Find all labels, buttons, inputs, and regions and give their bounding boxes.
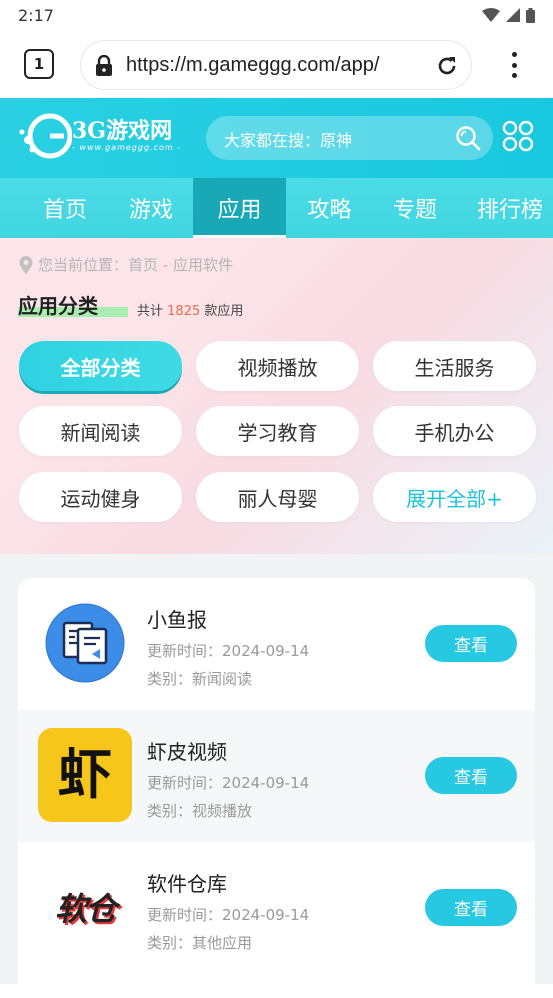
app-list-section: 小鱼报 更新时间：2024-09-14 类别：新闻阅读 查看 虾 虾皮视频 更新… xyxy=(0,554,553,998)
view-button[interactable]: 查看 xyxy=(425,889,517,926)
chip-fitness[interactable]: 运动健身 xyxy=(19,472,182,522)
search-placeholder: 大家都在搜：原神 xyxy=(224,131,353,150)
category-panel: 您当前位置：首页 - 应用软件 应用分类 共计 1825 款应用 全部分类 视频… xyxy=(0,238,553,554)
battery-icon xyxy=(526,7,535,23)
url-text: https://m.gameggg.com/app/ xyxy=(126,54,380,76)
app-category: 类别：其他应用 xyxy=(147,934,253,952)
reload-icon[interactable] xyxy=(435,54,459,78)
wifi-icon xyxy=(482,8,500,22)
shrimp-video-icon: 虾 xyxy=(38,728,132,822)
status-time: 2:17 xyxy=(18,5,54,25)
app-name[interactable]: 软件仓库 xyxy=(147,868,227,897)
main-nav: 首页 游戏 应用 攻略 专题 排行榜 xyxy=(0,178,553,238)
nav-item-home[interactable]: 首页 xyxy=(18,178,112,238)
chip-education[interactable]: 学习教育 xyxy=(196,406,359,456)
list-item[interactable]: 软仓 软件仓库 更新时间：2024-09-14 类别：其他应用 查看 xyxy=(18,842,535,974)
shrimp-video-glyph: 虾 xyxy=(58,743,112,806)
site-logo[interactable]: 3G游戏网 - www.gameggg.com - xyxy=(18,112,181,160)
app-count: 共计 1825 款应用 xyxy=(137,300,243,319)
count-prefix: 共计 xyxy=(137,304,164,319)
app-name[interactable]: 小鱼报 xyxy=(147,604,207,633)
software-warehouse-icon: 软仓 xyxy=(38,860,132,954)
signal-icon xyxy=(506,8,520,22)
app-category: 类别：视频播放 xyxy=(147,802,253,820)
app-update-date: 更新时间：2024-09-14 xyxy=(147,774,310,792)
chip-news[interactable]: 新闻阅读 xyxy=(19,406,182,456)
chip-video[interactable]: 视频播放 xyxy=(196,341,359,391)
chip-expand-all[interactable]: 展开全部+ xyxy=(373,472,536,522)
list-item[interactable]: 虾 虾皮视频 更新时间：2024-09-14 类别：视频播放 查看 xyxy=(18,710,535,842)
logo-title: 3G游戏网 xyxy=(72,118,173,144)
nav-item-rankings[interactable]: 排行榜 xyxy=(466,178,553,238)
chip-life-services[interactable]: 生活服务 xyxy=(373,341,536,391)
nav-item-guides[interactable]: 攻略 xyxy=(283,178,376,238)
tab-switcher-button[interactable]: 1 xyxy=(24,49,54,79)
nav-item-games[interactable]: 游戏 xyxy=(104,178,198,238)
breadcrumb: 您当前位置：首页 - 应用软件 xyxy=(18,254,233,275)
chip-all-categories[interactable]: 全部分类 xyxy=(19,341,182,391)
lock-icon xyxy=(96,55,112,76)
search-icon[interactable] xyxy=(455,125,481,151)
site-header: 3G游戏网 - www.gameggg.com - 大家都在搜：原神 xyxy=(0,98,553,178)
count-number: 1825 xyxy=(167,304,201,319)
count-suffix: 款应用 xyxy=(204,304,244,319)
browser-toolbar: 1 https://m.gameggg.com/app/ xyxy=(0,30,553,98)
location-pin-icon xyxy=(19,255,33,274)
app-category: 类别：新闻阅读 xyxy=(147,670,253,688)
software-warehouse-glyph: 软仓 xyxy=(54,890,117,928)
app-name[interactable]: 虾皮视频 xyxy=(147,736,227,765)
tab-count: 1 xyxy=(33,55,45,73)
browser-menu-icon[interactable] xyxy=(500,50,528,80)
logo-mark-icon xyxy=(19,113,72,159)
address-bar[interactable]: https://m.gameggg.com/app/ xyxy=(80,40,472,90)
view-button[interactable]: 查看 xyxy=(425,757,517,794)
status-icons xyxy=(482,7,535,23)
section-title: 应用分类 xyxy=(18,294,98,318)
chip-office[interactable]: 手机办公 xyxy=(373,406,536,456)
newspaper-icon xyxy=(45,603,125,683)
apps-grid-icon[interactable] xyxy=(502,120,534,152)
chip-beauty-baby[interactable]: 丽人母婴 xyxy=(196,472,359,522)
breadcrumb-text: 您当前位置：首页 - 应用软件 xyxy=(38,256,233,274)
status-bar: 2:17 xyxy=(0,0,553,30)
app-update-date: 更新时间：2024-09-14 xyxy=(147,642,310,660)
logo-text: 3G游戏网 - www.gameggg.com - xyxy=(72,119,181,153)
app-list: 小鱼报 更新时间：2024-09-14 类别：新闻阅读 查看 虾 虾皮视频 更新… xyxy=(18,578,535,998)
list-item[interactable]: 小鱼报 更新时间：2024-09-14 类别：新闻阅读 查看 xyxy=(18,578,535,710)
app-update-date: 更新时间：2024-09-14 xyxy=(147,906,310,924)
view-button[interactable]: 查看 xyxy=(425,625,517,662)
nav-item-topics[interactable]: 专题 xyxy=(368,178,462,238)
search-input[interactable]: 大家都在搜：原神 xyxy=(206,116,493,160)
nav-item-apps[interactable]: 应用 xyxy=(193,178,286,238)
logo-subtitle: - www.gameggg.com - xyxy=(72,143,182,152)
